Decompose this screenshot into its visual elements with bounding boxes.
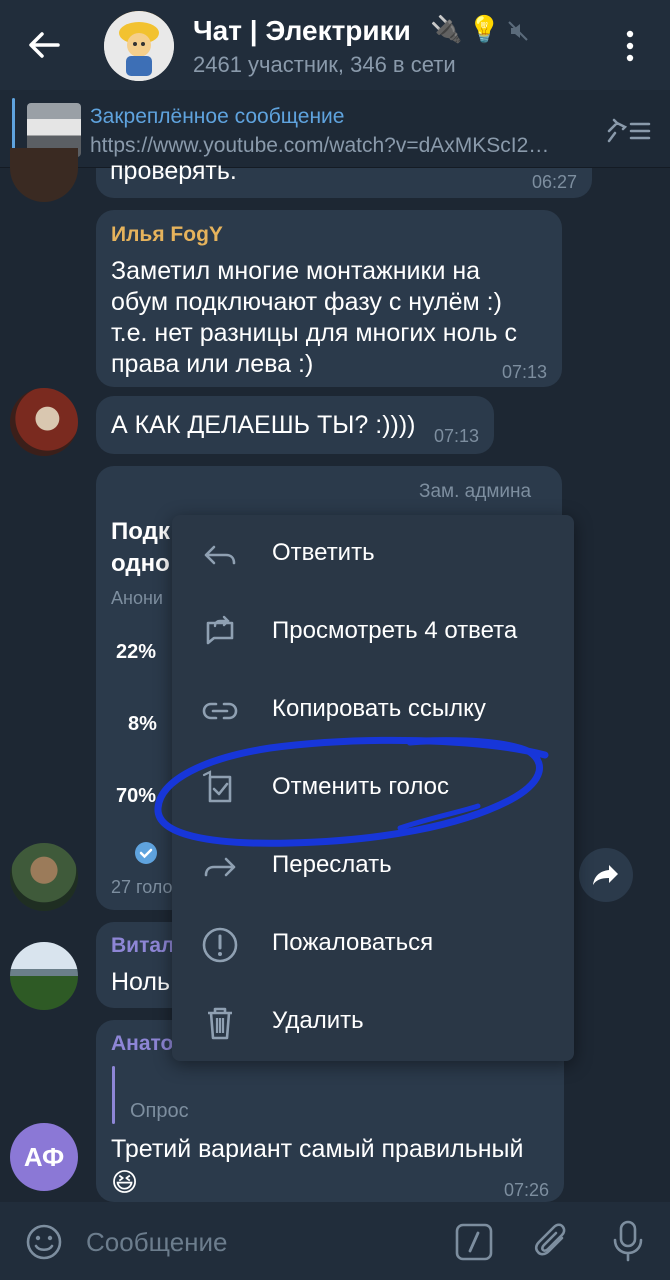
avatar[interactable]: АФ	[10, 1123, 78, 1191]
context-menu: Ответить Просмотреть 4 ответа Копировать…	[172, 515, 574, 1061]
share-arrow-icon	[593, 865, 618, 885]
message-input-bar: Сообщение	[0, 1202, 670, 1280]
attach-icon[interactable]	[532, 1220, 572, 1264]
message-line: обум подключают фазу с нулём :)	[111, 288, 502, 316]
laughing-emoji: 😆	[111, 1167, 139, 1197]
sender-name[interactable]: Анато	[111, 1032, 173, 1056]
forward-icon	[204, 857, 236, 877]
poll-question: одно	[111, 550, 170, 577]
poll-option-percent: 22%	[116, 641, 157, 663]
menu-item-label: Отменить голос	[272, 773, 449, 800]
message-bubble[interactable]: Илья FogY Заметил многие монтажники на о…	[96, 210, 562, 387]
menu-item-retract-vote[interactable]: Отменить голос	[172, 749, 574, 827]
message-text: проверять.	[110, 157, 237, 185]
menu-item-copy-link[interactable]: Копировать ссылку	[172, 671, 574, 749]
back-arrow-icon[interactable]	[20, 25, 70, 65]
poll-type: Анони	[111, 588, 163, 608]
pinned-text: https://www.youtube.com/watch?v=dAxMKScI…	[90, 134, 550, 157]
message-time: 07:13	[502, 362, 548, 382]
message-line: т.е. нет разницы для многих ноль с	[111, 319, 517, 347]
plug-icon: 🔌	[430, 14, 463, 44]
delete-icon	[208, 1007, 232, 1040]
link-icon	[202, 702, 238, 720]
message-time: 07:26	[504, 1180, 550, 1200]
sender-name[interactable]: Витал	[111, 934, 174, 958]
pinned-list-icon[interactable]	[605, 115, 653, 145]
pinned-message[interactable]: Закреплённое сообщение https://www.youtu…	[0, 90, 670, 168]
bot-commands-icon[interactable]	[454, 1222, 494, 1262]
menu-item-view-replies[interactable]: Просмотреть 4 ответа	[172, 593, 574, 671]
message-time: 06:27	[532, 172, 578, 192]
report-icon	[202, 927, 238, 963]
reply-label[interactable]: Опрос	[130, 1100, 189, 1123]
menu-item-label: Ответить	[272, 539, 375, 566]
menu-item-label: Просмотреть 4 ответа	[272, 617, 518, 644]
admin-badge: Зам. админа	[419, 481, 532, 502]
sender-name[interactable]: Илья FogY	[111, 223, 223, 247]
avatar[interactable]	[10, 148, 78, 202]
view-replies-icon	[206, 615, 234, 645]
message-bubble[interactable]: А КАК ДЕЛАЕШЬ ТЫ? :)))) 07:13	[96, 396, 494, 454]
message-text: Третий вариант самый правильный	[111, 1135, 524, 1163]
menu-item-label: Пожаловаться	[272, 929, 434, 956]
emoji-icon[interactable]	[24, 1222, 64, 1262]
message-line: права или лева :)	[111, 350, 314, 378]
lightbulb-icon: 💡	[468, 14, 501, 44]
poll-votes: 27 голо	[111, 877, 173, 897]
message-text: Ноль	[111, 968, 171, 996]
forward-message-button[interactable]	[579, 848, 633, 902]
message-bubble[interactable]: проверять. 06:27	[96, 157, 592, 198]
poll-question: Подк	[111, 518, 170, 545]
menu-item-label: Копировать ссылку	[272, 695, 486, 722]
poll-option-percent: 8%	[128, 713, 157, 735]
chat-subtitle: 2461 участник, 346 в сети	[193, 52, 456, 77]
menu-item-label: Удалить	[272, 1007, 364, 1034]
menu-item-forward[interactable]: Переслать	[172, 827, 574, 905]
message-input[interactable]: Сообщение	[86, 1227, 228, 1258]
avatar[interactable]	[10, 942, 78, 1010]
menu-item-reply[interactable]: Ответить	[172, 515, 574, 593]
reply-icon	[204, 545, 236, 565]
menu-item-label: Переслать	[272, 851, 392, 878]
poll-option-percent: 70%	[116, 785, 157, 807]
group-avatar[interactable]	[104, 11, 174, 81]
muted-icon	[508, 21, 528, 41]
voted-check-icon	[135, 842, 157, 864]
avatar-initials: АФ	[23, 1141, 65, 1172]
title-emoji: 🔌 💡	[430, 14, 529, 45]
microphone-icon[interactable]	[608, 1218, 648, 1264]
more-options-icon[interactable]	[615, 28, 645, 64]
chat-header: Чат | Электрики 🔌 💡 2461 участник, 346 в…	[0, 0, 670, 90]
avatar[interactable]	[10, 843, 78, 911]
message-line: Заметил многие монтажники на	[111, 257, 481, 285]
menu-item-delete[interactable]: Удалить	[172, 983, 574, 1061]
avatar[interactable]	[10, 388, 78, 456]
message-time: 07:13	[434, 426, 480, 446]
retract-vote-icon	[202, 770, 232, 803]
pinned-title: Закреплённое сообщение	[90, 105, 345, 128]
chat-title[interactable]: Чат | Электрики	[193, 15, 411, 47]
menu-item-report[interactable]: Пожаловаться	[172, 905, 574, 983]
message-text: А КАК ДЕЛАЕШЬ ТЫ? :))))	[111, 411, 416, 439]
reply-quote-bar	[112, 1066, 115, 1124]
